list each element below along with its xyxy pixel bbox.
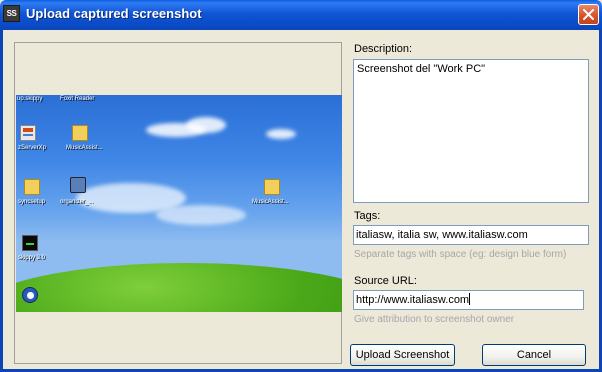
upload-screenshot-button[interactable]: Upload Screenshot (350, 344, 455, 366)
desktop-icon-label: zServerXp (18, 145, 47, 151)
desktop-icon[interactable]: MusicAssist... (66, 125, 110, 155)
source-url-input[interactable]: http://www.italiasw.com (353, 290, 584, 310)
organizer-icon (70, 177, 86, 193)
document-icon (20, 125, 36, 141)
folder-icon (264, 179, 280, 195)
desktop-icon[interactable]: skippy 3.0 (18, 235, 60, 265)
desktop-icon-label: organizer_... (60, 199, 94, 205)
green-hill (16, 263, 342, 312)
window-title: Upload captured screenshot (26, 6, 202, 21)
title-bar: SS Upload captured screenshot (0, 0, 602, 30)
desktop-icon[interactable]: MusicAssist... (252, 179, 302, 209)
desktop-icon[interactable]: syncsetup (18, 179, 62, 209)
folder-icon (24, 179, 40, 195)
desktop-icon-label: skippy 3.0 (18, 255, 46, 261)
folder-icon (72, 125, 88, 141)
desktop-icon-label: MusicAssist... (252, 199, 289, 205)
text-caret (469, 293, 471, 305)
cloud (156, 205, 246, 225)
source-url-hint: Give attribution to screenshot owner (354, 314, 515, 325)
close-icon (583, 9, 594, 20)
cloud (186, 117, 226, 133)
description-label: Description: (354, 43, 413, 55)
screenshot-image: up.skippy Foxit Reader zServerXp MusicAs… (16, 95, 342, 312)
tags-input[interactable]: italiasw, italia sw, www.italiasw.com (353, 225, 589, 245)
tags-hint: Separate tags with space (eg: design blu… (354, 249, 567, 260)
window-frame-left (0, 30, 3, 372)
desktop-label: up.skippy (17, 96, 43, 102)
desktop-icon[interactable]: organizer_... (60, 177, 108, 207)
desktop-icon[interactable]: zServerXp (18, 125, 58, 155)
cloud (266, 129, 296, 139)
description-textarea[interactable]: Screenshot del "Work PC" (353, 59, 589, 203)
terminal-icon (22, 235, 38, 251)
desktop-label: Foxit Reader (60, 96, 95, 102)
tags-label: Tags: (354, 210, 381, 222)
cancel-button[interactable]: Cancel (482, 344, 586, 366)
desktop-icon-label: syncsetup (18, 199, 46, 205)
desktop-icon-label: MusicAssist... (66, 145, 103, 151)
close-button[interactable] (578, 4, 599, 25)
source-url-label: Source URL: (354, 275, 417, 287)
app-shortcut-icon (22, 287, 38, 303)
app-icon: SS (3, 5, 20, 22)
source-url-value: http://www.italiasw.com (356, 294, 470, 306)
desktop-icon[interactable] (20, 287, 60, 312)
